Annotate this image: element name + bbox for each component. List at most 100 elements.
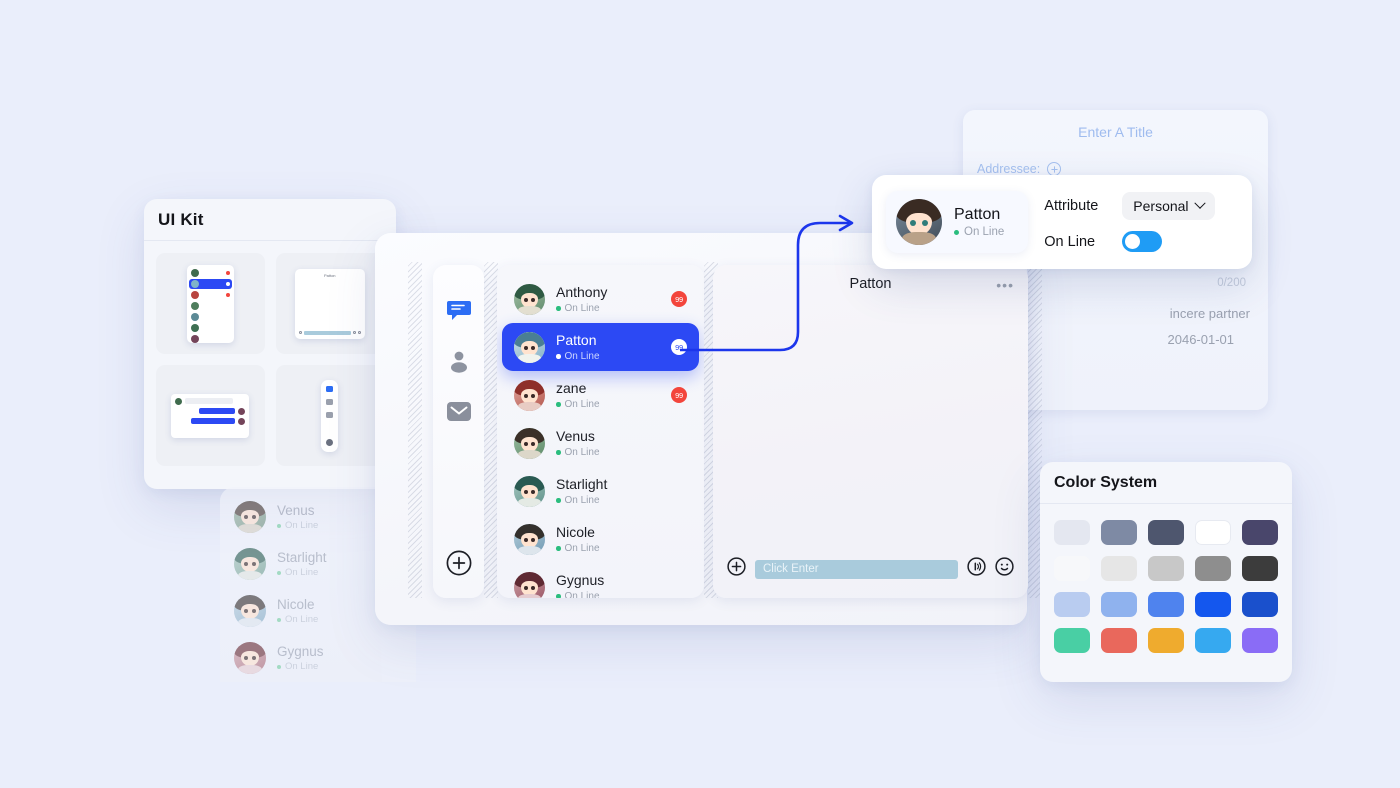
mini-bubbles bbox=[171, 393, 250, 438]
message-bubbles-preview[interactable] bbox=[156, 365, 265, 466]
spacing-guide bbox=[484, 262, 498, 598]
color-swatch[interactable] bbox=[1242, 628, 1278, 653]
contact-name: Nicole bbox=[277, 597, 315, 612]
mini-avatar bbox=[190, 279, 199, 288]
contact-row-anthony[interactable]: Anthony On Line 99 bbox=[502, 275, 699, 323]
contact-meta: Anthony On Line bbox=[556, 284, 660, 314]
message-input-placeholder: Click Enter bbox=[763, 563, 819, 575]
avatar bbox=[234, 547, 266, 580]
mini-chat-window: Patton bbox=[294, 268, 365, 339]
avatar bbox=[514, 571, 545, 598]
chat-title: Patton bbox=[849, 276, 892, 292]
contact-row-zane[interactable]: zane On Line 99 bbox=[502, 371, 699, 419]
color-swatch[interactable] bbox=[1242, 592, 1278, 617]
contact-status: On Line bbox=[556, 303, 660, 314]
color-swatch[interactable] bbox=[1101, 520, 1137, 545]
avatar bbox=[514, 283, 545, 315]
voice-button[interactable] bbox=[967, 557, 986, 581]
plus-circle-icon bbox=[727, 557, 746, 576]
contact-name: Starlight bbox=[277, 550, 327, 565]
avatar bbox=[514, 331, 545, 363]
avatar bbox=[234, 641, 266, 674]
attach-button[interactable] bbox=[727, 557, 746, 581]
mini-row bbox=[189, 290, 232, 300]
contact-row-venus[interactable]: Venus On Line bbox=[502, 419, 699, 467]
message-input[interactable]: Click Enter bbox=[755, 559, 958, 579]
contact-name: Nicole bbox=[556, 524, 595, 540]
contact-meta: Venus On Line bbox=[556, 428, 687, 458]
contact-name: zane bbox=[556, 380, 587, 396]
list-item-text: Starlight On Line bbox=[277, 549, 327, 578]
chevron-down-icon bbox=[1193, 197, 1206, 209]
chat-window-preview[interactable]: Patton bbox=[275, 253, 384, 354]
color-swatch[interactable] bbox=[1242, 556, 1278, 581]
avatar bbox=[514, 427, 545, 459]
color-swatch[interactable] bbox=[1148, 556, 1184, 581]
color-swatch[interactable] bbox=[1195, 628, 1231, 653]
contact-name: Anthony bbox=[556, 284, 608, 300]
contact-status: On Line bbox=[277, 661, 324, 672]
color-swatch[interactable] bbox=[1195, 556, 1231, 581]
unread-badge: 99 bbox=[671, 339, 687, 355]
color-swatch[interactable] bbox=[1148, 592, 1184, 617]
emoji-button[interactable] bbox=[995, 557, 1014, 581]
contact-list-preview[interactable] bbox=[156, 253, 265, 354]
contact-name: Patton bbox=[556, 332, 597, 348]
color-swatch[interactable] bbox=[1195, 592, 1231, 617]
color-swatch[interactable] bbox=[1148, 520, 1184, 545]
unread-badge: 99 bbox=[671, 387, 687, 403]
contact-status: On Line bbox=[277, 614, 318, 625]
contact-meta: Patton On Line bbox=[556, 332, 660, 362]
attribute-value: Personal bbox=[1133, 198, 1189, 214]
mini-badge bbox=[225, 281, 230, 286]
contact-meta: Nicole On Line bbox=[556, 524, 687, 554]
contact-name: Venus bbox=[556, 428, 595, 444]
nav-add-button[interactable] bbox=[446, 550, 472, 576]
contact-row-patton[interactable]: Patton On Line 99 bbox=[502, 323, 699, 371]
online-toggle[interactable] bbox=[1122, 231, 1163, 252]
more-horizontal-icon[interactable]: ••• bbox=[996, 277, 1014, 293]
plus-circle-icon[interactable] bbox=[1047, 162, 1062, 176]
nav-rail-preview[interactable] bbox=[275, 365, 384, 466]
date-text: 2046-01-01 bbox=[1167, 332, 1235, 347]
chat-panel: Patton ••• Click Enter bbox=[713, 265, 1028, 598]
detail-person-card[interactable]: Patton On Line bbox=[886, 191, 1029, 253]
avatar bbox=[514, 475, 545, 507]
attribute-select[interactable]: Personal bbox=[1122, 192, 1215, 220]
color-swatch[interactable] bbox=[1101, 628, 1137, 653]
spacing-guide bbox=[408, 262, 422, 598]
color-swatch[interactable] bbox=[1148, 628, 1184, 653]
nav-item-contacts[interactable] bbox=[445, 348, 473, 374]
color-swatch[interactable] bbox=[1054, 556, 1090, 581]
color-swatch[interactable] bbox=[1054, 628, 1090, 653]
nav-item-chat[interactable] bbox=[445, 298, 473, 324]
contact-status: On Line bbox=[556, 447, 687, 458]
compose-title-placeholder[interactable]: Enter A Title bbox=[963, 124, 1268, 140]
color-swatch-grid bbox=[1040, 504, 1292, 669]
color-swatch[interactable] bbox=[1101, 556, 1137, 581]
mini-avatar bbox=[190, 268, 199, 277]
nav-item-mail[interactable] bbox=[445, 398, 473, 424]
color-swatch[interactable] bbox=[1101, 592, 1137, 617]
color-swatch[interactable] bbox=[1054, 520, 1090, 545]
mini-avatar bbox=[190, 312, 199, 321]
color-swatch[interactable] bbox=[1242, 520, 1278, 545]
color-swatch[interactable] bbox=[1054, 592, 1090, 617]
mini-avatar bbox=[190, 323, 199, 332]
contact-meta: Gygnus On Line bbox=[556, 572, 687, 598]
color-swatch[interactable] bbox=[1195, 520, 1231, 545]
ui-kit-header: UI Kit bbox=[144, 199, 396, 241]
mini-plus-icon bbox=[298, 331, 302, 334]
contact-row-nicole[interactable]: Nicole On Line bbox=[502, 515, 699, 563]
mini-row bbox=[189, 301, 232, 311]
voice-icon bbox=[967, 557, 986, 576]
mini-avatar bbox=[190, 301, 199, 310]
mini-bubble-row bbox=[175, 407, 246, 415]
person-icon bbox=[450, 351, 467, 373]
mini-avatar bbox=[175, 397, 183, 405]
mini-person-icon bbox=[326, 398, 334, 405]
mini-bubble bbox=[191, 417, 236, 424]
contact-row-starlight[interactable]: Starlight On Line bbox=[502, 467, 699, 515]
contact-row-gygnus[interactable]: Gygnus On Line bbox=[502, 563, 699, 598]
avatar bbox=[234, 594, 266, 627]
